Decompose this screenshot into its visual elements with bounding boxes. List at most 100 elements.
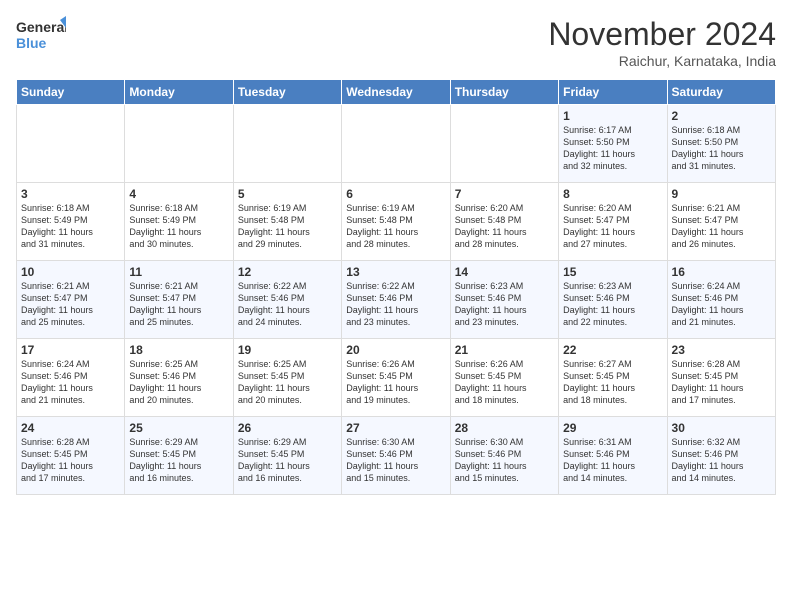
location-subtitle: Raichur, Karnataka, India <box>548 53 776 69</box>
day-cell: 12Sunrise: 6:22 AM Sunset: 5:46 PM Dayli… <box>233 261 341 339</box>
week-row-4: 17Sunrise: 6:24 AM Sunset: 5:46 PM Dayli… <box>17 339 776 417</box>
day-cell: 21Sunrise: 6:26 AM Sunset: 5:45 PM Dayli… <box>450 339 558 417</box>
day-number: 21 <box>455 343 554 357</box>
calendar-table: SundayMondayTuesdayWednesdayThursdayFrid… <box>16 79 776 495</box>
day-cell: 10Sunrise: 6:21 AM Sunset: 5:47 PM Dayli… <box>17 261 125 339</box>
day-cell: 5Sunrise: 6:19 AM Sunset: 5:48 PM Daylig… <box>233 183 341 261</box>
day-cell <box>233 105 341 183</box>
day-cell: 22Sunrise: 6:27 AM Sunset: 5:45 PM Dayli… <box>559 339 667 417</box>
day-info: Sunrise: 6:22 AM Sunset: 5:46 PM Dayligh… <box>346 280 445 329</box>
day-info: Sunrise: 6:29 AM Sunset: 5:45 PM Dayligh… <box>129 436 228 485</box>
day-cell: 13Sunrise: 6:22 AM Sunset: 5:46 PM Dayli… <box>342 261 450 339</box>
day-number: 15 <box>563 265 662 279</box>
day-info: Sunrise: 6:17 AM Sunset: 5:50 PM Dayligh… <box>563 124 662 173</box>
day-cell: 19Sunrise: 6:25 AM Sunset: 5:45 PM Dayli… <box>233 339 341 417</box>
day-info: Sunrise: 6:30 AM Sunset: 5:46 PM Dayligh… <box>346 436 445 485</box>
col-header-monday: Monday <box>125 80 233 105</box>
day-number: 26 <box>238 421 337 435</box>
day-cell <box>342 105 450 183</box>
day-number: 5 <box>238 187 337 201</box>
day-number: 9 <box>672 187 771 201</box>
header-row: SundayMondayTuesdayWednesdayThursdayFrid… <box>17 80 776 105</box>
day-number: 27 <box>346 421 445 435</box>
day-info: Sunrise: 6:26 AM Sunset: 5:45 PM Dayligh… <box>455 358 554 407</box>
logo: General Blue <box>16 16 66 52</box>
day-cell <box>17 105 125 183</box>
day-cell: 4Sunrise: 6:18 AM Sunset: 5:49 PM Daylig… <box>125 183 233 261</box>
col-header-saturday: Saturday <box>667 80 775 105</box>
day-number: 29 <box>563 421 662 435</box>
col-header-tuesday: Tuesday <box>233 80 341 105</box>
day-info: Sunrise: 6:32 AM Sunset: 5:46 PM Dayligh… <box>672 436 771 485</box>
day-cell: 26Sunrise: 6:29 AM Sunset: 5:45 PM Dayli… <box>233 417 341 495</box>
day-number: 12 <box>238 265 337 279</box>
day-cell: 14Sunrise: 6:23 AM Sunset: 5:46 PM Dayli… <box>450 261 558 339</box>
day-info: Sunrise: 6:20 AM Sunset: 5:47 PM Dayligh… <box>563 202 662 251</box>
day-number: 14 <box>455 265 554 279</box>
day-info: Sunrise: 6:22 AM Sunset: 5:46 PM Dayligh… <box>238 280 337 329</box>
day-info: Sunrise: 6:23 AM Sunset: 5:46 PM Dayligh… <box>563 280 662 329</box>
day-number: 13 <box>346 265 445 279</box>
day-cell: 24Sunrise: 6:28 AM Sunset: 5:45 PM Dayli… <box>17 417 125 495</box>
day-number: 1 <box>563 109 662 123</box>
day-number: 28 <box>455 421 554 435</box>
day-info: Sunrise: 6:21 AM Sunset: 5:47 PM Dayligh… <box>21 280 120 329</box>
day-info: Sunrise: 6:28 AM Sunset: 5:45 PM Dayligh… <box>672 358 771 407</box>
day-cell: 1Sunrise: 6:17 AM Sunset: 5:50 PM Daylig… <box>559 105 667 183</box>
day-number: 4 <box>129 187 228 201</box>
day-info: Sunrise: 6:18 AM Sunset: 5:49 PM Dayligh… <box>21 202 120 251</box>
day-info: Sunrise: 6:25 AM Sunset: 5:46 PM Dayligh… <box>129 358 228 407</box>
day-info: Sunrise: 6:18 AM Sunset: 5:49 PM Dayligh… <box>129 202 228 251</box>
calendar-container: General Blue November 2024 Raichur, Karn… <box>0 0 792 503</box>
day-cell: 8Sunrise: 6:20 AM Sunset: 5:47 PM Daylig… <box>559 183 667 261</box>
day-info: Sunrise: 6:28 AM Sunset: 5:45 PM Dayligh… <box>21 436 120 485</box>
day-cell: 28Sunrise: 6:30 AM Sunset: 5:46 PM Dayli… <box>450 417 558 495</box>
day-number: 20 <box>346 343 445 357</box>
day-info: Sunrise: 6:24 AM Sunset: 5:46 PM Dayligh… <box>21 358 120 407</box>
day-cell: 2Sunrise: 6:18 AM Sunset: 5:50 PM Daylig… <box>667 105 775 183</box>
day-cell: 18Sunrise: 6:25 AM Sunset: 5:46 PM Dayli… <box>125 339 233 417</box>
day-number: 19 <box>238 343 337 357</box>
day-number: 10 <box>21 265 120 279</box>
day-number: 8 <box>563 187 662 201</box>
day-cell: 29Sunrise: 6:31 AM Sunset: 5:46 PM Dayli… <box>559 417 667 495</box>
day-info: Sunrise: 6:29 AM Sunset: 5:45 PM Dayligh… <box>238 436 337 485</box>
day-number: 2 <box>672 109 771 123</box>
col-header-wednesday: Wednesday <box>342 80 450 105</box>
day-cell: 3Sunrise: 6:18 AM Sunset: 5:49 PM Daylig… <box>17 183 125 261</box>
col-header-thursday: Thursday <box>450 80 558 105</box>
day-cell: 23Sunrise: 6:28 AM Sunset: 5:45 PM Dayli… <box>667 339 775 417</box>
day-cell <box>125 105 233 183</box>
day-number: 6 <box>346 187 445 201</box>
week-row-3: 10Sunrise: 6:21 AM Sunset: 5:47 PM Dayli… <box>17 261 776 339</box>
day-number: 16 <box>672 265 771 279</box>
day-cell: 6Sunrise: 6:19 AM Sunset: 5:48 PM Daylig… <box>342 183 450 261</box>
day-info: Sunrise: 6:23 AM Sunset: 5:46 PM Dayligh… <box>455 280 554 329</box>
week-row-1: 1Sunrise: 6:17 AM Sunset: 5:50 PM Daylig… <box>17 105 776 183</box>
day-cell: 16Sunrise: 6:24 AM Sunset: 5:46 PM Dayli… <box>667 261 775 339</box>
day-cell: 9Sunrise: 6:21 AM Sunset: 5:47 PM Daylig… <box>667 183 775 261</box>
day-info: Sunrise: 6:21 AM Sunset: 5:47 PM Dayligh… <box>672 202 771 251</box>
day-number: 11 <box>129 265 228 279</box>
day-cell: 20Sunrise: 6:26 AM Sunset: 5:45 PM Dayli… <box>342 339 450 417</box>
day-info: Sunrise: 6:19 AM Sunset: 5:48 PM Dayligh… <box>346 202 445 251</box>
week-row-2: 3Sunrise: 6:18 AM Sunset: 5:49 PM Daylig… <box>17 183 776 261</box>
day-number: 24 <box>21 421 120 435</box>
day-cell <box>450 105 558 183</box>
day-info: Sunrise: 6:26 AM Sunset: 5:45 PM Dayligh… <box>346 358 445 407</box>
day-cell: 15Sunrise: 6:23 AM Sunset: 5:46 PM Dayli… <box>559 261 667 339</box>
svg-text:General: General <box>16 19 66 35</box>
logo-svg: General Blue <box>16 16 66 52</box>
day-number: 23 <box>672 343 771 357</box>
title-block: November 2024 Raichur, Karnataka, India <box>548 16 776 69</box>
day-cell: 7Sunrise: 6:20 AM Sunset: 5:48 PM Daylig… <box>450 183 558 261</box>
day-cell: 11Sunrise: 6:21 AM Sunset: 5:47 PM Dayli… <box>125 261 233 339</box>
day-info: Sunrise: 6:24 AM Sunset: 5:46 PM Dayligh… <box>672 280 771 329</box>
day-info: Sunrise: 6:31 AM Sunset: 5:46 PM Dayligh… <box>563 436 662 485</box>
day-info: Sunrise: 6:27 AM Sunset: 5:45 PM Dayligh… <box>563 358 662 407</box>
day-info: Sunrise: 6:21 AM Sunset: 5:47 PM Dayligh… <box>129 280 228 329</box>
day-number: 18 <box>129 343 228 357</box>
day-number: 3 <box>21 187 120 201</box>
day-info: Sunrise: 6:20 AM Sunset: 5:48 PM Dayligh… <box>455 202 554 251</box>
day-number: 7 <box>455 187 554 201</box>
